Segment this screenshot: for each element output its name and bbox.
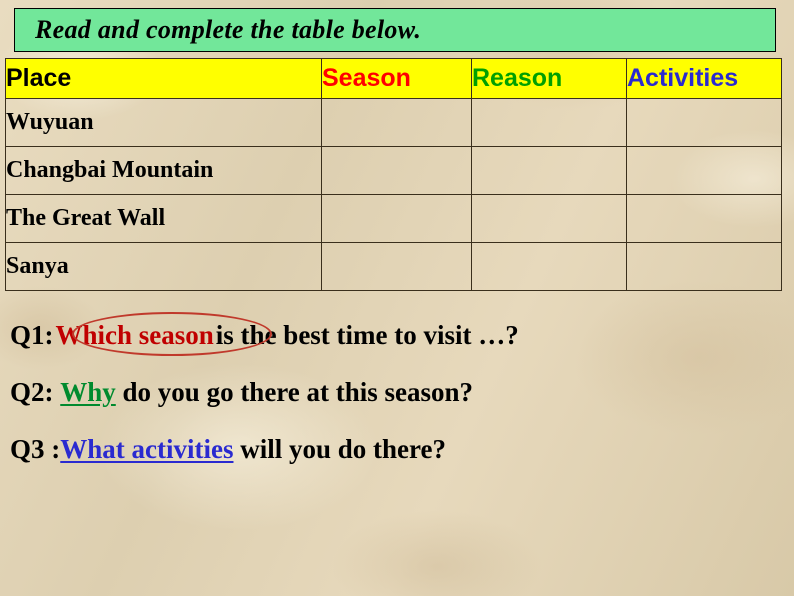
cell-season[interactable] bbox=[321, 242, 472, 291]
question-2: Q2: Why do you go there at this season? bbox=[10, 377, 780, 408]
cell-place: Sanya bbox=[5, 242, 322, 291]
cell-activities[interactable] bbox=[626, 146, 782, 195]
cell-place: The Great Wall bbox=[5, 194, 322, 243]
question-2-label: Q2: bbox=[10, 377, 54, 407]
cell-activities[interactable] bbox=[626, 242, 782, 291]
cell-place: Changbai Mountain bbox=[5, 146, 322, 195]
information-table: Place Season Reason Activities Wuyuan Ch… bbox=[5, 58, 782, 291]
table-row: Wuyuan bbox=[5, 98, 782, 147]
cell-reason[interactable] bbox=[471, 242, 627, 291]
question-2-highlight: Why bbox=[60, 377, 116, 407]
question-1-rest: is the best time to visit …? bbox=[215, 320, 519, 350]
cell-season[interactable] bbox=[321, 98, 472, 147]
question-3: Q3 :What activities will you do there? bbox=[10, 434, 780, 465]
cell-reason[interactable] bbox=[471, 146, 627, 195]
table-row: Sanya bbox=[5, 242, 782, 291]
table-row: The Great Wall bbox=[5, 194, 782, 243]
table-row: Changbai Mountain bbox=[5, 146, 782, 195]
question-2-rest: do you go there at this season? bbox=[122, 377, 474, 407]
cell-place: Wuyuan bbox=[5, 98, 322, 147]
column-header-reason: Reason bbox=[471, 58, 627, 99]
table-header-row: Place Season Reason Activities bbox=[5, 58, 782, 99]
slide-canvas: Read and complete the table below. Place… bbox=[0, 0, 794, 596]
question-3-highlight: What activities bbox=[60, 434, 234, 464]
title-banner: Read and complete the table below. bbox=[14, 8, 776, 52]
questions-block: Q1:Which seasonis the best time to visit… bbox=[10, 312, 780, 491]
column-header-activities: Activities bbox=[626, 58, 782, 99]
question-3-label: Q3 : bbox=[10, 434, 61, 464]
question-3-rest: will you do there? bbox=[240, 434, 446, 464]
column-header-season: Season bbox=[321, 58, 472, 99]
page-title: Read and complete the table below. bbox=[35, 15, 422, 44]
cell-activities[interactable] bbox=[626, 194, 782, 243]
column-header-place: Place bbox=[5, 58, 322, 99]
cell-activities[interactable] bbox=[626, 98, 782, 147]
cell-season[interactable] bbox=[321, 194, 472, 243]
question-1-highlight: Which season bbox=[55, 320, 214, 350]
cell-reason[interactable] bbox=[471, 194, 627, 243]
question-1-label: Q1: bbox=[10, 320, 54, 350]
cell-reason[interactable] bbox=[471, 98, 627, 147]
cell-season[interactable] bbox=[321, 146, 472, 195]
question-1: Q1:Which seasonis the best time to visit… bbox=[10, 312, 780, 356]
